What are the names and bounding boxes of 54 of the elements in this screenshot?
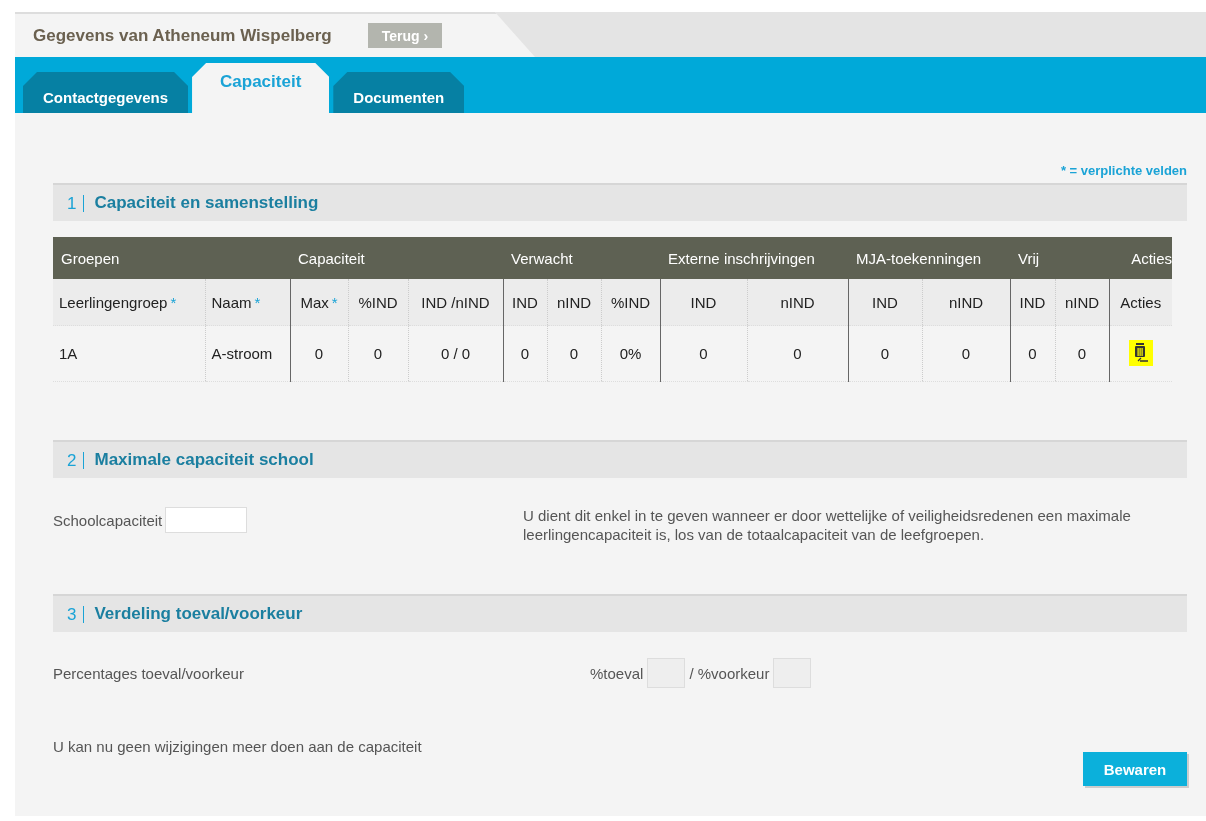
column-header: Leerlingengroep *	[53, 279, 205, 326]
group-header: Acties	[1109, 237, 1173, 279]
column-header: Acties	[1109, 279, 1173, 326]
table-cell: 0	[1055, 325, 1110, 382]
section-header: 2 Maximale capaciteit school	[53, 440, 1187, 478]
back-button[interactable]: Terug ›	[367, 23, 443, 48]
status-text: U kan nu geen wijzigingen meer doen aan de capaciteit	[53, 738, 422, 755]
column-header: nIND	[922, 279, 1011, 326]
column-header: %IND	[601, 279, 660, 326]
table-cell: 0	[922, 325, 1011, 382]
table-cell: 0	[547, 325, 601, 382]
column-header: nIND	[547, 279, 601, 326]
required-fields-note: * = verplichte velden	[1060, 163, 1187, 180]
group-header: Verwacht	[503, 237, 660, 279]
column-header: nIND	[747, 279, 848, 326]
table-cell: 1A	[53, 325, 205, 382]
column-header: IND	[848, 279, 922, 326]
table-cell: 0 / 0	[408, 325, 503, 382]
tab[interactable]: Contactgegevens	[23, 72, 189, 113]
group-header: Groepen	[53, 237, 290, 279]
column-header: nIND	[1055, 279, 1110, 326]
column-header: IND /nIND	[408, 279, 503, 326]
save-button[interactable]: Bewaren	[1083, 752, 1187, 786]
field-label: %toeval	[590, 664, 644, 682]
group-header: Capaciteit	[290, 237, 503, 279]
table-cell: 0	[660, 325, 747, 382]
input-field[interactable]	[165, 507, 248, 533]
field-label: / %voorkeur	[689, 664, 770, 682]
group-header: Vrij	[1010, 237, 1110, 279]
column-header: IND	[503, 279, 547, 326]
tab[interactable]: Capaciteit	[192, 63, 330, 113]
column-header: Max *	[290, 279, 348, 326]
column-header: IND	[1010, 279, 1056, 326]
column-header: Naam *	[205, 279, 290, 326]
table-cell: 0	[348, 325, 408, 382]
field-label: Percentages toeval/voorkeur	[53, 664, 245, 682]
tab[interactable]: Documenten	[333, 72, 465, 113]
help-text: U dient dit enkel in te geven wanneer er door wettelijke of veiligheidsredenen een maximale leerlingencapaciteit is, los van de totaalcapaciteit van de leefgroepen.	[523, 506, 1132, 545]
table-cell: A-stroom	[205, 325, 290, 382]
field-label: Schoolcapaciteit	[53, 511, 163, 529]
delete-icon[interactable]	[1128, 340, 1153, 366]
table-cell: 0	[503, 325, 547, 382]
page-title: Gegevens van Atheneum Wispelberg	[33, 25, 332, 46]
group-header: MJA-toekenningen	[848, 237, 1011, 279]
column-header: IND	[660, 279, 747, 326]
column-header: %IND	[348, 279, 408, 326]
section-header: 3 Verdeling toeval/voorkeur	[53, 594, 1187, 632]
table-cell: 0	[848, 325, 922, 382]
table-cell: 0	[1010, 325, 1056, 382]
group-header: Externe inschrijvingen	[660, 237, 848, 279]
table-cell: 0	[747, 325, 848, 382]
table-cell: 0	[290, 325, 348, 382]
table-cell: 0%	[601, 325, 660, 382]
section-header: 1 Capaciteit en samenstelling	[53, 183, 1187, 221]
